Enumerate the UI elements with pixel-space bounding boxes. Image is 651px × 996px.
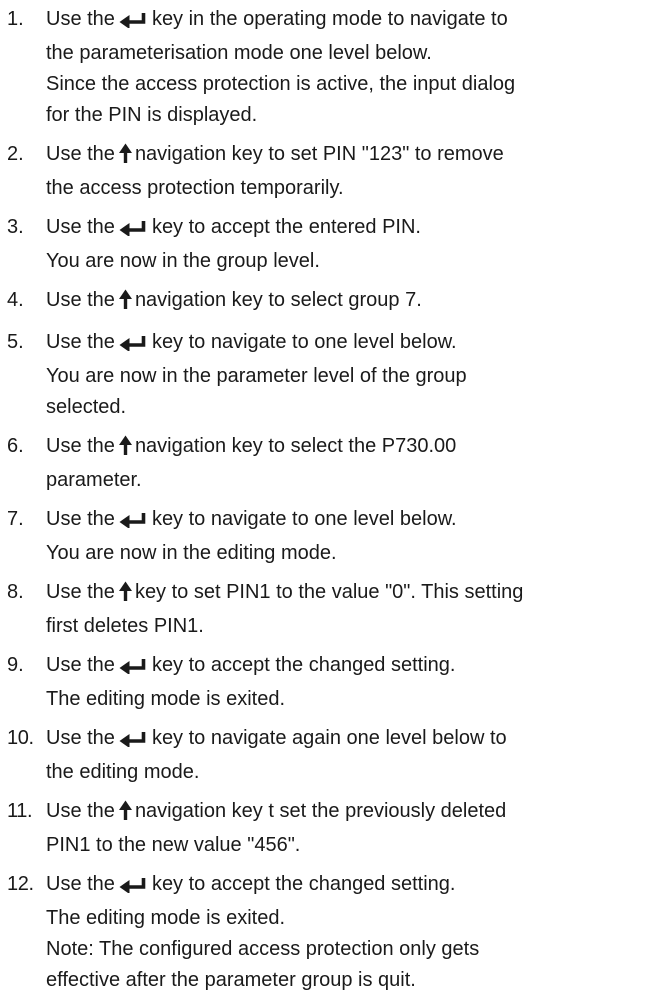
step-text: key to set PIN1 to the value "0". This s… (134, 581, 524, 603)
step-instruction: Use the key to accept the changed setting… (46, 650, 647, 684)
step-number: 1. (7, 8, 24, 30)
step-number: 9. (7, 654, 24, 676)
step-continuation: the parameterisation mode one level belo… (46, 42, 432, 64)
step-continuation: PIN1 to the new value "456". (46, 834, 301, 856)
up-arrow-icon (118, 142, 132, 173)
step-text: Use the (46, 800, 115, 822)
step-item: 8. Use the key to set PIN1 to the value "0… (7, 577, 647, 642)
step-text: navigation key to select the P730.00 (134, 435, 457, 457)
step-instruction: Use the key to accept the entered PIN. (46, 212, 647, 246)
step-text: navigation key t set the previously dele… (134, 800, 507, 822)
enter-key-icon (119, 872, 149, 903)
enter-key-icon (119, 215, 149, 246)
step-text: Use the (46, 216, 115, 238)
step-text: Use the (46, 581, 115, 603)
enter-key-icon (119, 507, 149, 538)
steps-list: 1. Use the key in the operating mode to na… (7, 4, 647, 996)
step-instruction: Use the key to accept the changed setting… (46, 869, 647, 903)
step-text: Use the (46, 435, 115, 457)
step-continuation: parameter. (46, 469, 142, 491)
step-text: Use the (46, 143, 115, 165)
step-number: 10. (7, 727, 34, 749)
step-text: Use the (46, 654, 115, 676)
step-number: 6. (7, 435, 24, 457)
step-item: 1. Use the key in the operating mode to na… (7, 4, 647, 131)
step-text: key to accept the changed setting. (151, 654, 456, 676)
step-continuation: the access protection temporarily. (46, 177, 344, 199)
up-arrow-icon (118, 799, 132, 830)
step-text: key to accept the changed setting. (151, 873, 456, 895)
step-number: 8. (7, 581, 24, 603)
step-result-note: The editing mode is exited. (46, 688, 286, 710)
step-result-note: You are now in the parameter level of th… (46, 365, 467, 387)
step-item: 7. Use the key to navigate to one level be… (7, 504, 647, 569)
step-instruction: Use the navigation key to select group 7. (46, 285, 647, 319)
step-item: 11. Use the navigation key t set the previ… (7, 796, 647, 861)
up-arrow-icon (118, 434, 132, 465)
step-text: Use the (46, 873, 115, 895)
step-text: Use the (46, 331, 115, 353)
step-text: Use the (46, 727, 115, 749)
step-instruction: Use the navigation key to select the P730… (46, 431, 647, 465)
step-number: 12. (7, 873, 34, 895)
step-instruction: Use the key to navigate again one level b… (46, 723, 647, 757)
step-result-note: The editing mode is exited. (46, 907, 286, 929)
step-instruction: Use the key to set PIN1 to the value "0".… (46, 577, 647, 611)
step-text: key to navigate again one level below to (151, 727, 507, 749)
step-instruction: Use the navigation key t set the previous… (46, 796, 647, 830)
step-text: Use the (46, 289, 115, 311)
step-item: 2. Use the navigation key to set PIN "123"… (7, 139, 647, 204)
step-number: 7. (7, 508, 24, 530)
step-number: 5. (7, 331, 24, 353)
step-result-note: for the PIN is displayed. (46, 104, 258, 126)
step-text: key in the operating mode to navigate to (151, 8, 508, 30)
enter-key-icon (119, 330, 149, 361)
step-text: key to navigate to one level below. (151, 508, 457, 530)
step-result-note: You are now in the group level. (46, 250, 320, 272)
step-continuation: first deletes PIN1. (46, 615, 204, 637)
step-instruction: Use the key in the operating mode to navi… (46, 4, 647, 38)
step-item: 5. Use the key to navigate to one level be… (7, 327, 647, 423)
step-text: key to accept the entered PIN. (151, 216, 421, 238)
step-number: 11. (7, 800, 33, 822)
up-arrow-icon (118, 580, 132, 611)
step-instruction: Use the key to navigate to one level belo… (46, 504, 647, 538)
step-text: Use the (46, 508, 115, 530)
up-arrow-icon (118, 288, 132, 319)
step-result-note: selected. (46, 396, 127, 418)
step-item: 10. Use the key to navigate again one leve… (7, 723, 647, 788)
step-result-note: You are now in the editing mode. (46, 542, 337, 564)
enter-key-icon (119, 7, 149, 38)
step-continuation: the editing mode. (46, 761, 200, 783)
step-number: 4. (7, 289, 24, 311)
step-result-note: effective after the parameter group is q… (46, 969, 416, 991)
step-text: Use the (46, 8, 115, 30)
step-instruction: Use the navigation key to set PIN "123" t… (46, 139, 647, 173)
step-item: 3. Use the key to accept the entered PIN. Y… (7, 212, 647, 277)
step-result-note: Since the access protection is active, t… (46, 73, 516, 95)
step-item: 4. Use the navigation key to select group … (7, 285, 647, 319)
instruction-page: { "steps": [ { "number": "1.", "before_i… (0, 0, 651, 991)
step-result-note: Note: The configured access protection o… (46, 938, 480, 960)
step-item: 9. Use the key to accept the changed setti… (7, 650, 647, 715)
step-text: navigation key to select group 7. (134, 289, 422, 311)
step-number: 3. (7, 216, 24, 238)
step-instruction: Use the key to navigate to one level belo… (46, 327, 647, 361)
step-item: 12. Use the key to accept the changed sett… (7, 869, 647, 996)
step-text: navigation key to set PIN "123" to remov… (134, 143, 504, 165)
enter-key-icon (119, 726, 149, 757)
enter-key-icon (119, 653, 149, 684)
step-item: 6. Use the navigation key to select the P7… (7, 431, 647, 496)
step-text: key to navigate to one level below. (151, 331, 457, 353)
step-number: 2. (7, 143, 24, 165)
